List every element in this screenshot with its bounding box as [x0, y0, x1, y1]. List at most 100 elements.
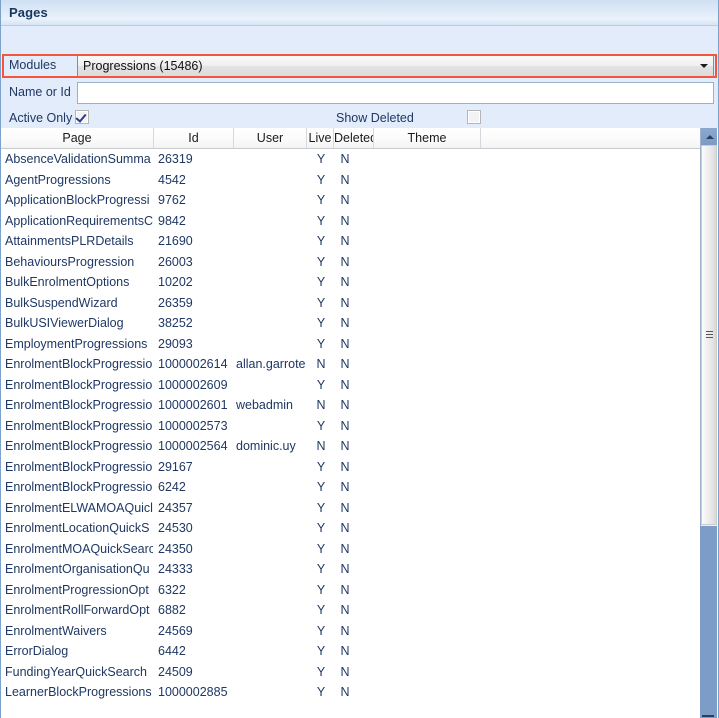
cell-deleted: N [340, 377, 350, 392]
column-header-page[interactable]: Page [1, 128, 154, 148]
cell-live: Y [316, 644, 326, 658]
table-row[interactable]: EnrolmentWaivers 24569 Y N [1, 621, 703, 642]
cell-id: 24357 [158, 500, 193, 515]
table-row[interactable]: ApplicationRequirementsC 9842 Y N [1, 211, 703, 232]
cell-page: AttainmentsPLRDetails [5, 234, 134, 248]
cell-deleted: N [340, 541, 350, 556]
vertical-scrollbar[interactable] [700, 128, 717, 718]
cell-user [236, 498, 306, 519]
table-row[interactable]: EnrolmentELWAMOAQuicl 24357 Y N [1, 498, 703, 519]
cell-theme [377, 621, 477, 642]
table-row[interactable]: EnrolmentMOAQuickSearc 24350 Y N [1, 539, 703, 560]
table-row[interactable]: EnrolmentBlockProgressio 29167 Y N [1, 457, 703, 478]
cell-page: EmploymentProgressions [5, 336, 148, 351]
cell-user [236, 539, 306, 560]
show-deleted-checkbox[interactable] [467, 110, 481, 124]
cell-live: Y [316, 603, 326, 617]
table-row[interactable]: AttainmentsPLRDetails 21690 Y N [1, 231, 703, 252]
table-row[interactable]: EnrolmentRollForwardOpt 6882 Y N [1, 600, 703, 621]
cell-deleted: N [340, 254, 350, 269]
column-header-live[interactable]: Live [307, 128, 334, 148]
pages-grid: Page Id User Live Deleted Theme AbsenceV… [1, 128, 718, 718]
cell-user [236, 682, 306, 703]
column-header-user[interactable]: User [234, 128, 307, 148]
table-row[interactable]: LearnerBlockProgressions 1000002885 Y N [1, 682, 703, 703]
table-row[interactable]: AgentProgressions 4542 Y N [1, 170, 703, 191]
table-row[interactable]: EnrolmentBlockProgressio 6242 Y N [1, 477, 703, 498]
cell-id: 10202 [158, 275, 193, 289]
table-row[interactable]: EnrolmentBlockProgressio 1000002609 Y N [1, 375, 703, 396]
cell-user: allan.garrote [236, 357, 306, 371]
cell-theme [377, 293, 477, 314]
cell-page: EnrolmentLocationQuickS [5, 521, 150, 535]
cell-user [236, 170, 306, 191]
cell-id: 26319 [158, 152, 193, 166]
name-or-id-input[interactable] [77, 82, 714, 104]
modules-dropdown-value: Progressions (15486) [83, 59, 203, 73]
cell-page: EnrolmentRollForwardOpt [5, 603, 150, 617]
cell-theme [377, 539, 477, 560]
table-row[interactable]: BulkUSIViewerDialog 38252 Y N [1, 313, 703, 334]
table-row[interactable]: ErrorDialog 6442 Y N [1, 641, 703, 662]
modules-dropdown[interactable]: Progressions (15486) [77, 55, 714, 77]
cell-theme [377, 375, 477, 396]
table-row[interactable]: EnrolmentLocationQuickS 24530 Y N [1, 518, 703, 539]
cell-id: 1000002614 [158, 357, 228, 371]
table-row[interactable]: BulkSuspendWizard 26359 Y N [1, 293, 703, 314]
table-row[interactable]: ApplicationBlockProgressi 9762 Y N [1, 190, 703, 211]
cell-deleted: N [340, 193, 350, 207]
cell-theme [377, 170, 477, 191]
table-row[interactable]: AbsenceValidationSumma 26319 Y N [1, 149, 703, 170]
cell-deleted: N [340, 152, 350, 166]
cell-live: Y [316, 172, 326, 187]
table-row[interactable]: BulkEnrolmentOptions 10202 Y N [1, 272, 703, 293]
table-row[interactable]: EmploymentProgressions 29093 Y N [1, 334, 703, 355]
table-row[interactable]: FundingYearQuickSearch 24509 Y N [1, 662, 703, 683]
table-row[interactable]: EnrolmentBlockProgressio 1000002573 Y N [1, 416, 703, 437]
cell-id: 6322 [158, 582, 186, 597]
cell-id: 24333 [158, 562, 193, 576]
cell-theme [377, 498, 477, 519]
cell-live: Y [316, 623, 326, 638]
cell-page: EnrolmentBlockProgressio [5, 480, 153, 494]
cell-deleted: N [340, 480, 350, 494]
cell-live: Y [316, 152, 326, 166]
cell-id: 9762 [158, 193, 186, 207]
cell-user [236, 149, 306, 170]
cell-live: Y [316, 213, 326, 228]
cell-user [236, 375, 306, 396]
scroll-up-button[interactable] [700, 128, 717, 145]
cell-page: BulkUSIViewerDialog [5, 316, 124, 330]
show-deleted-label: Show Deleted [336, 111, 414, 125]
column-header-deleted[interactable]: Deleted [334, 128, 374, 148]
cell-user [236, 621, 306, 642]
column-header-theme[interactable]: Theme [374, 128, 481, 148]
cell-live: Y [316, 685, 326, 699]
cell-theme [377, 313, 477, 334]
scrollbar-thumb[interactable] [701, 145, 717, 525]
cell-id: 1000002573 [158, 418, 228, 433]
table-row[interactable]: EnrolmentOrganisationQu 24333 Y N [1, 559, 703, 580]
name-or-id-label: Name or Id [9, 85, 71, 99]
table-row[interactable]: BehavioursProgression 26003 Y N [1, 252, 703, 273]
column-header-id[interactable]: Id [154, 128, 234, 148]
table-row[interactable]: EnrolmentBlockProgressio 1000002564 domini… [1, 436, 703, 457]
cell-page: EnrolmentOrganisationQu [5, 562, 150, 576]
cell-deleted: N [340, 664, 350, 679]
cell-deleted: N [340, 213, 350, 228]
cell-id: 26359 [158, 295, 193, 310]
cell-user [236, 231, 306, 252]
cell-page: BulkSuspendWizard [5, 295, 118, 310]
cell-theme [377, 354, 477, 375]
table-row[interactable]: EnrolmentBlockProgressio 1000002614 allan.… [1, 354, 703, 375]
table-row[interactable]: EnrolmentProgressionOpt 6322 Y N [1, 580, 703, 601]
cell-live: N [316, 357, 326, 371]
cell-live: Y [316, 316, 326, 330]
cell-deleted: N [340, 398, 350, 412]
cell-theme [377, 559, 477, 580]
active-only-checkbox[interactable] [75, 110, 89, 124]
table-row[interactable]: EnrolmentBlockProgressio 1000002601 webadm… [1, 395, 703, 416]
cell-live: Y [316, 459, 326, 474]
cell-deleted: N [340, 316, 350, 330]
cell-live: Y [316, 234, 326, 248]
